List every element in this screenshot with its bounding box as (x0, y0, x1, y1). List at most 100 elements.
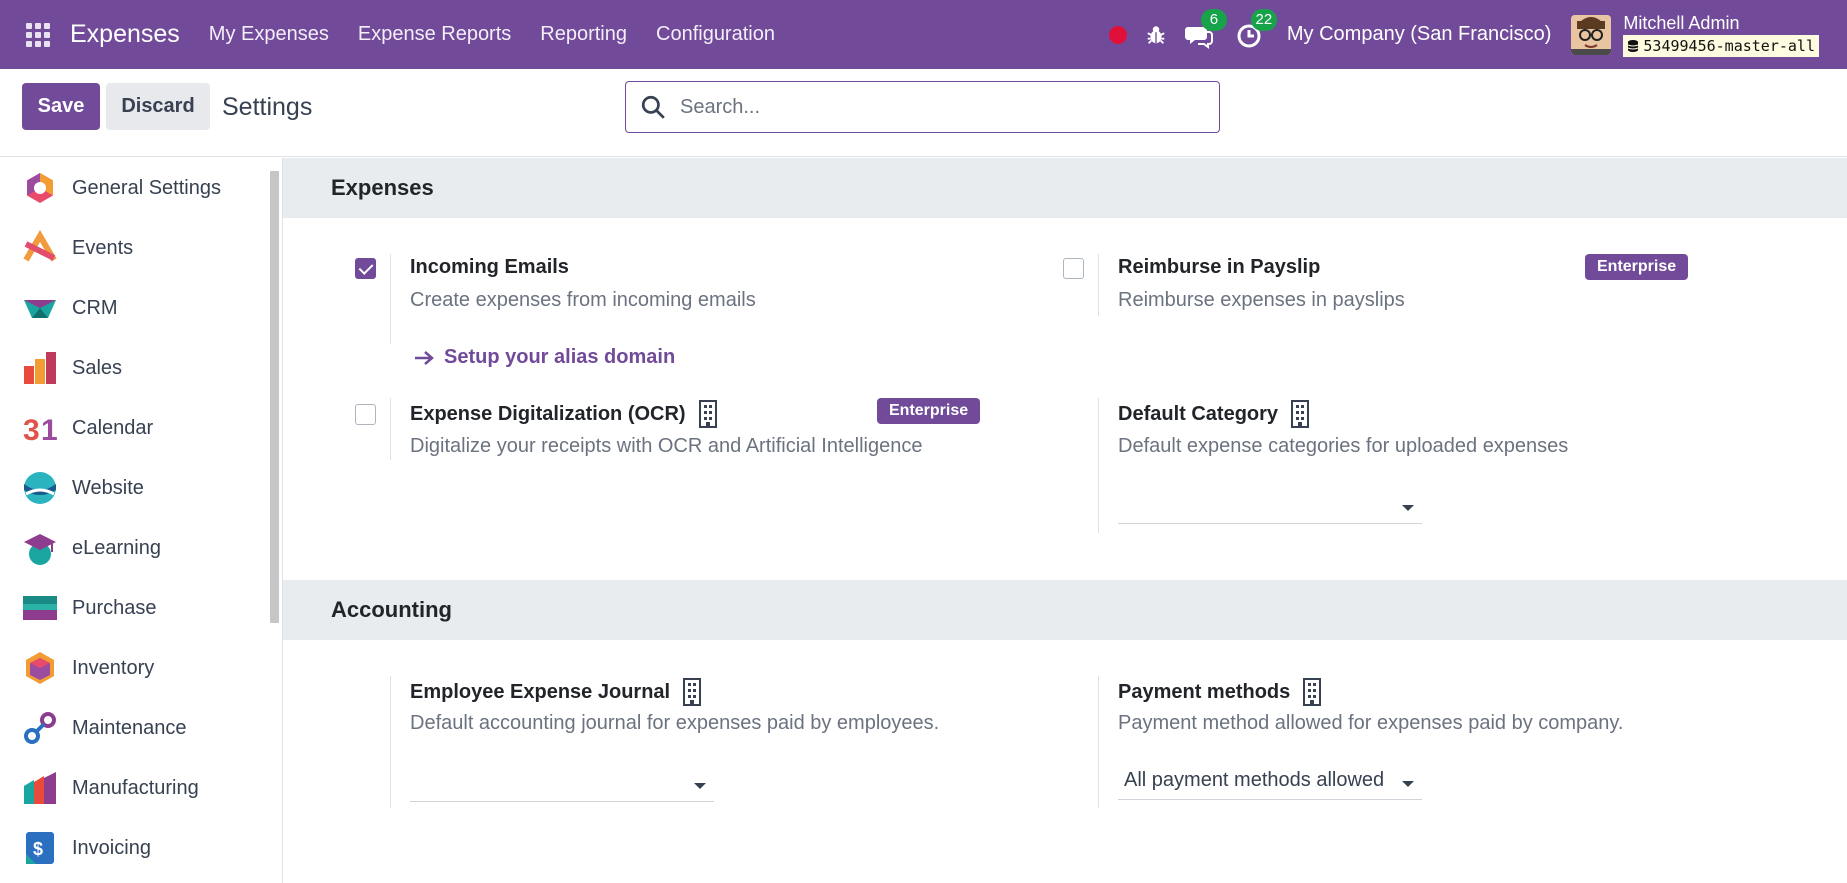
sidebar-item-calendar[interactable]: 3 1 Calendar (22, 408, 153, 448)
calendar-icon: 3 1 (23, 414, 58, 446)
sidebar-item-invoicing[interactable]: $ Invoicing (22, 828, 151, 868)
sidebar-item-crm[interactable]: CRM (22, 288, 118, 328)
sidebar-item-label: Maintenance (72, 716, 187, 739)
settings-main: Expenses Incoming Emails Create expenses… (283, 158, 1847, 883)
default-category-select[interactable] (1118, 490, 1422, 524)
menu-configuration[interactable]: Configuration (656, 23, 775, 46)
search-icon (641, 95, 665, 119)
sidebar-item-label: Invoicing (72, 836, 151, 859)
crm-icon (24, 300, 56, 318)
invoicing-icon: $ (26, 832, 54, 864)
sidebar-item-label: Events (72, 236, 134, 259)
top-navbar: Expenses My Expenses Expense Reports Rep… (0, 0, 1847, 69)
general-settings-icon (27, 173, 53, 203)
inventory-icon (26, 652, 54, 684)
settings-sidebar: General Settings Events CRM Sales 3 1 Ca… (0, 158, 267, 883)
menu-expense-reports[interactable]: Expense Reports (358, 23, 511, 46)
section-heading-expenses: Expenses (283, 158, 1847, 218)
default-category-title: Default Category (1118, 400, 1310, 428)
manufacturing-icon (24, 772, 56, 804)
sidebar-item-general-settings[interactable]: General Settings (22, 168, 221, 208)
reimburse-payslip-checkbox[interactable] (1063, 258, 1084, 279)
database-icon (1628, 39, 1639, 52)
company-switcher[interactable]: My Company (San Francisco) (1287, 23, 1552, 46)
search-input[interactable] (680, 95, 1180, 119)
payment-methods-title: Payment methods (1118, 678, 1322, 706)
control-panel: Save Discard Settings (0, 69, 1847, 157)
setup-alias-domain-link[interactable]: Setup your alias domain (414, 346, 675, 369)
expense-journal-title-text: Employee Expense Journal (410, 680, 671, 703)
reimburse-payslip-title: Reimburse in Payslip (1118, 256, 1321, 278)
sidebar-item-label: Sales (72, 356, 123, 379)
company-building-icon (698, 400, 717, 428)
incoming-emails-title: Incoming Emails (410, 256, 569, 278)
user-menu[interactable]: Mitchell Admin 53499456-master-all (1623, 13, 1819, 57)
svg-text:3: 3 (23, 414, 40, 446)
chevron-down-icon (1402, 505, 1414, 511)
reimburse-payslip-desc: Reimburse expenses in payslips (1118, 289, 1405, 311)
default-category-desc: Default expense categories for uploaded … (1118, 435, 1569, 457)
activities-count-badge: 22 (1250, 8, 1277, 31)
setting-divider (1098, 254, 1099, 316)
setting-divider (390, 398, 391, 460)
ocr-desc: Digitalize your receipts with OCR and Ar… (410, 435, 923, 457)
sidebar-scrollbar[interactable] (270, 171, 279, 623)
incoming-emails-checkbox[interactable] (355, 258, 376, 279)
chevron-down-icon (1402, 781, 1414, 787)
app-menu-icon[interactable] (26, 22, 50, 47)
sidebar-item-label: Website (72, 476, 144, 499)
ocr-title: Expense Digitalization (OCR) (410, 400, 718, 428)
record-icon[interactable] (1108, 25, 1127, 44)
sidebar-item-label: Manufacturing (72, 776, 199, 799)
database-name-text: 53499456-master-all (1643, 36, 1815, 55)
sidebar-item-label: eLearning (72, 536, 161, 559)
payment-methods-desc: Payment method allowed for expenses paid… (1118, 712, 1624, 734)
activities-icon[interactable]: 22 (1235, 8, 1277, 49)
user-avatar[interactable] (1571, 14, 1612, 55)
menu-my-expenses[interactable]: My Expenses (209, 23, 329, 46)
elearning-icon (24, 534, 56, 565)
sidebar-item-manufacturing[interactable]: Manufacturing (22, 768, 199, 808)
sidebar-item-label: General Settings (72, 176, 221, 199)
payment-methods-value: All payment methods allowed (1124, 769, 1385, 791)
user-name: Mitchell Admin (1623, 12, 1740, 33)
company-building-icon (1303, 678, 1322, 706)
app-brand[interactable]: Expenses (70, 20, 180, 49)
payment-methods-select[interactable]: All payment methods allowed (1118, 766, 1422, 800)
section-heading-accounting: Accounting (283, 580, 1847, 640)
setting-divider (390, 254, 391, 344)
company-building-icon (683, 678, 702, 706)
database-name: 53499456-master-all (1623, 34, 1819, 57)
expense-journal-desc: Default accounting journal for expenses … (410, 712, 940, 734)
sidebar-item-sales[interactable]: Sales (22, 348, 122, 388)
ocr-checkbox[interactable] (355, 404, 376, 425)
payment-methods-title-text: Payment methods (1118, 680, 1291, 703)
sidebar-item-elearning[interactable]: eLearning (22, 528, 161, 568)
svg-text:$: $ (33, 839, 43, 859)
discard-button[interactable]: Discard (106, 83, 210, 130)
setup-alias-domain-label: Setup your alias domain (444, 346, 676, 368)
sidebar-item-maintenance[interactable]: Maintenance (22, 708, 187, 748)
expense-journal-select[interactable] (410, 768, 714, 802)
search-box[interactable] (625, 81, 1220, 133)
incoming-emails-desc: Create expenses from incoming emails (410, 289, 756, 311)
save-button[interactable]: Save (22, 83, 100, 130)
bug-icon[interactable] (1145, 24, 1167, 46)
sidebar-item-website[interactable]: Website (22, 468, 144, 508)
ocr-title-text: Expense Digitalization (OCR) (410, 402, 686, 425)
setting-divider (1098, 398, 1099, 533)
sidebar-item-inventory[interactable]: Inventory (22, 648, 154, 688)
chevron-down-icon (694, 783, 706, 789)
messages-count-badge: 6 (1200, 8, 1227, 31)
sales-icon (24, 352, 56, 384)
default-category-title-text: Default Category (1118, 402, 1279, 425)
messages-icon[interactable]: 6 (1184, 8, 1227, 49)
purchase-icon (23, 596, 57, 620)
sidebar-item-label: CRM (72, 296, 118, 319)
maintenance-icon (24, 712, 56, 744)
sidebar-item-purchase[interactable]: Purchase (22, 588, 157, 628)
sidebar-item-events[interactable]: Events (22, 228, 133, 268)
company-building-icon (1291, 400, 1310, 428)
menu-reporting[interactable]: Reporting (540, 23, 627, 46)
enterprise-badge: Enterprise (877, 398, 981, 424)
